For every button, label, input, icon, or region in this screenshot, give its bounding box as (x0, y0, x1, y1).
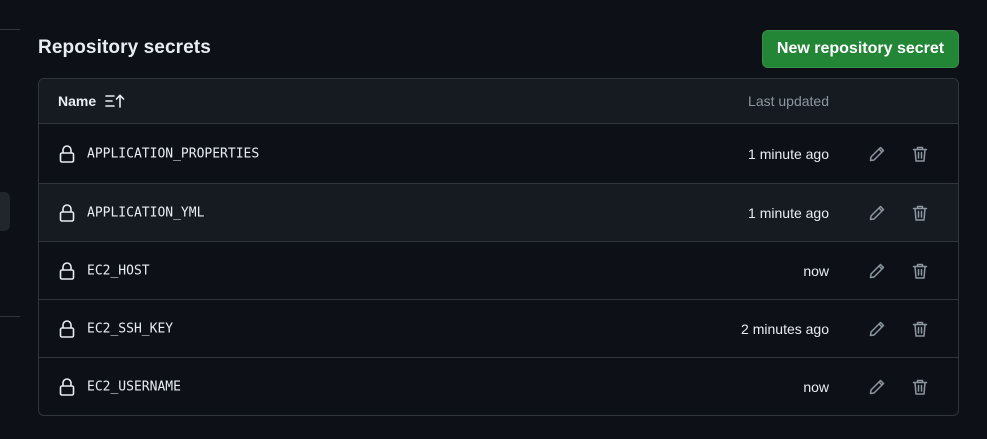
secret-name: EC2_HOST (87, 263, 150, 278)
secret-name: EC2_SSH_KEY (87, 321, 174, 336)
sidebar-divider (0, 29, 20, 30)
pencil-icon[interactable] (866, 202, 888, 224)
table-header: Name Last updated (39, 79, 958, 124)
sort-ascending-icon[interactable] (105, 94, 126, 108)
sidebar-divider (0, 316, 20, 317)
table-row: EC2_HOST now (39, 241, 958, 299)
pencil-icon[interactable] (866, 376, 888, 398)
last-updated-value: now (803, 262, 829, 279)
secret-name: APPLICATION_YML (87, 205, 205, 220)
name-column-label: Name (58, 93, 97, 109)
table-row: EC2_SSH_KEY 2 minutes ago (39, 299, 958, 357)
last-updated-value: 1 minute ago (748, 145, 829, 162)
name-column-header[interactable]: Name (58, 79, 126, 123)
trash-icon[interactable] (909, 202, 931, 224)
lock-icon (59, 144, 75, 163)
pencil-icon[interactable] (866, 318, 888, 340)
last-updated-value: 1 minute ago (748, 204, 829, 221)
lock-icon (59, 319, 75, 338)
lock-icon (59, 261, 75, 280)
last-updated-value: 2 minutes ago (741, 320, 829, 337)
secret-name: EC2_USERNAME (87, 379, 181, 394)
section-title: Repository secrets (38, 37, 211, 58)
trash-icon[interactable] (909, 376, 931, 398)
lock-icon (59, 203, 75, 222)
new-repository-secret-button[interactable]: New repository secret (762, 30, 959, 68)
trash-icon[interactable] (909, 143, 931, 165)
table-row: EC2_USERNAME now (39, 357, 958, 415)
trash-icon[interactable] (909, 260, 931, 282)
secrets-table: Name Last updated APPLICATION_PROPERTIES… (38, 78, 959, 416)
settings-sidebar-edge (0, 0, 20, 439)
table-row: APPLICATION_PROPERTIES 1 minute ago (39, 124, 958, 183)
lock-icon (59, 377, 75, 396)
sidebar-selected-item[interactable] (0, 192, 10, 231)
secret-name: APPLICATION_PROPERTIES (87, 146, 260, 161)
pencil-icon[interactable] (866, 260, 888, 282)
last-updated-value: now (803, 378, 829, 395)
pencil-icon[interactable] (866, 143, 888, 165)
trash-icon[interactable] (909, 318, 931, 340)
table-row: APPLICATION_YML 1 minute ago (39, 183, 958, 241)
last-updated-column-header: Last updated (748, 93, 829, 109)
